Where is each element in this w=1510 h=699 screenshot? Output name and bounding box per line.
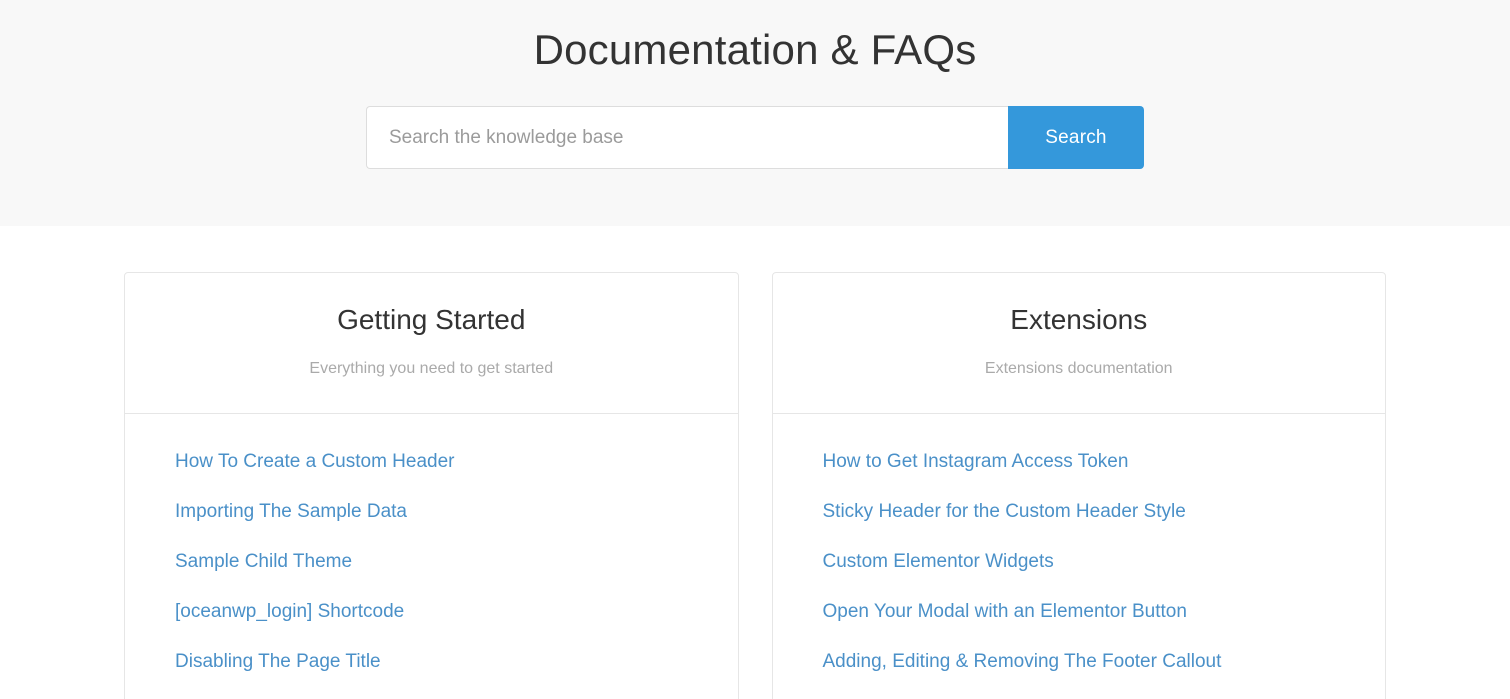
doc-link[interactable]: Importing The Sample Data	[175, 500, 407, 524]
doc-link[interactable]: How to Get Instagram Access Token	[823, 450, 1129, 474]
page-title: Documentation & FAQs	[533, 26, 977, 73]
card-link-list: How to Get Instagram Access Token Sticky…	[773, 414, 1386, 699]
list-item: How to Get Instagram Access Token	[823, 450, 1336, 500]
list-item: Sample Child Theme	[175, 550, 688, 600]
doc-link[interactable]: Open Your Modal with an Elementor Button	[823, 600, 1187, 624]
category-card-getting-started: Getting Started Everything you need to g…	[124, 272, 739, 699]
doc-link[interactable]: Disabling The Page Title	[175, 650, 381, 674]
category-card-extensions: Extensions Extensions documentation How …	[771, 272, 1386, 699]
list-item: Sticky Header for the Custom Header Styl…	[823, 500, 1336, 550]
card-subtitle: Extensions documentation	[984, 360, 1173, 377]
doc-link[interactable]: [oceanwp_login] Shortcode	[175, 600, 404, 624]
doc-link[interactable]: How To Create a Custom Header	[175, 450, 455, 474]
list-item: Adding, Editing & Removing The Footer Ca…	[823, 650, 1336, 699]
search-button[interactable]: Search	[1008, 106, 1144, 169]
list-item: [oceanwp_login] Shortcode	[175, 600, 688, 650]
doc-link[interactable]: Custom Elementor Widgets	[823, 550, 1054, 574]
card-header: Getting Started Everything you need to g…	[125, 273, 738, 414]
card-subtitle: Everything you need to get started	[309, 360, 554, 377]
list-item: How To Create a Custom Header	[175, 450, 688, 500]
card-title: Extensions	[1010, 304, 1148, 335]
category-cards: Getting Started Everything you need to g…	[0, 226, 1510, 699]
doc-link[interactable]: Sticky Header for the Custom Header Styl…	[823, 500, 1186, 524]
list-item: Importing The Sample Data	[175, 500, 688, 550]
list-item: Open Your Modal with an Elementor Button	[823, 600, 1336, 650]
doc-link[interactable]: Adding, Editing & Removing The Footer Ca…	[823, 650, 1222, 674]
search-input[interactable]	[366, 106, 1008, 169]
hero-section: Documentation & FAQs Search	[0, 0, 1510, 226]
list-item: Custom Elementor Widgets	[823, 550, 1336, 600]
card-link-list: How To Create a Custom Header Importing …	[125, 414, 738, 699]
card-header: Extensions Extensions documentation	[772, 273, 1385, 414]
card-title: Getting Started	[337, 304, 526, 335]
list-item: Disabling The Page Title	[175, 650, 688, 699]
doc-link[interactable]: Sample Child Theme	[175, 550, 352, 574]
search-bar: Search	[366, 106, 1144, 169]
